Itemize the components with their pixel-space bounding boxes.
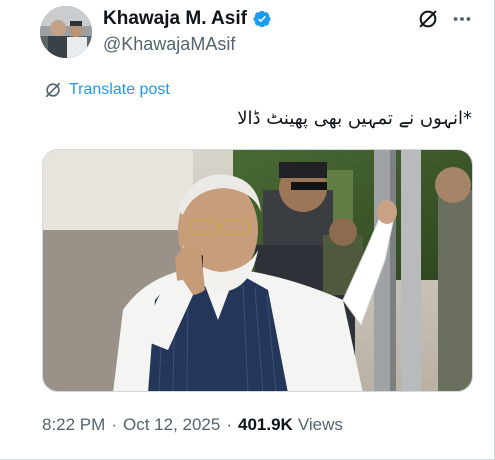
photo-image — [43, 150, 472, 391]
handle[interactable]: @KhawajaMAsif — [103, 34, 235, 55]
avatar[interactable] — [40, 6, 92, 58]
views-count: 401.9K — [238, 415, 293, 434]
meta-separator: · — [226, 415, 232, 434]
post-meta: 8:22 PM · Oct 12, 2025 · 401.9K Views — [42, 415, 343, 435]
verified-badge-icon — [253, 10, 271, 28]
post-time[interactable]: 8:22 PM — [42, 415, 105, 435]
more-options-icon[interactable] — [451, 9, 473, 29]
grok-icon[interactable] — [417, 8, 439, 30]
post-date[interactable]: Oct 12, 2025 — [123, 415, 220, 435]
translate-post-label: Translate post — [69, 81, 170, 98]
translate-post-button[interactable]: Translate post — [44, 80, 170, 100]
display-name[interactable]: Khawaja M. Asif — [103, 8, 247, 30]
post-media-photo[interactable] — [42, 149, 473, 392]
avatar-photo — [40, 6, 92, 58]
post-text: *انہوں نے تمہیں بھی پھینٹ ڈالا — [237, 108, 472, 129]
translate-icon — [45, 82, 61, 98]
views-label: Views — [297, 415, 343, 434]
tweet-card: Khawaja M. Asif @KhawajaMAsif Translate … — [0, 0, 495, 460]
meta-separator: · — [111, 415, 117, 434]
